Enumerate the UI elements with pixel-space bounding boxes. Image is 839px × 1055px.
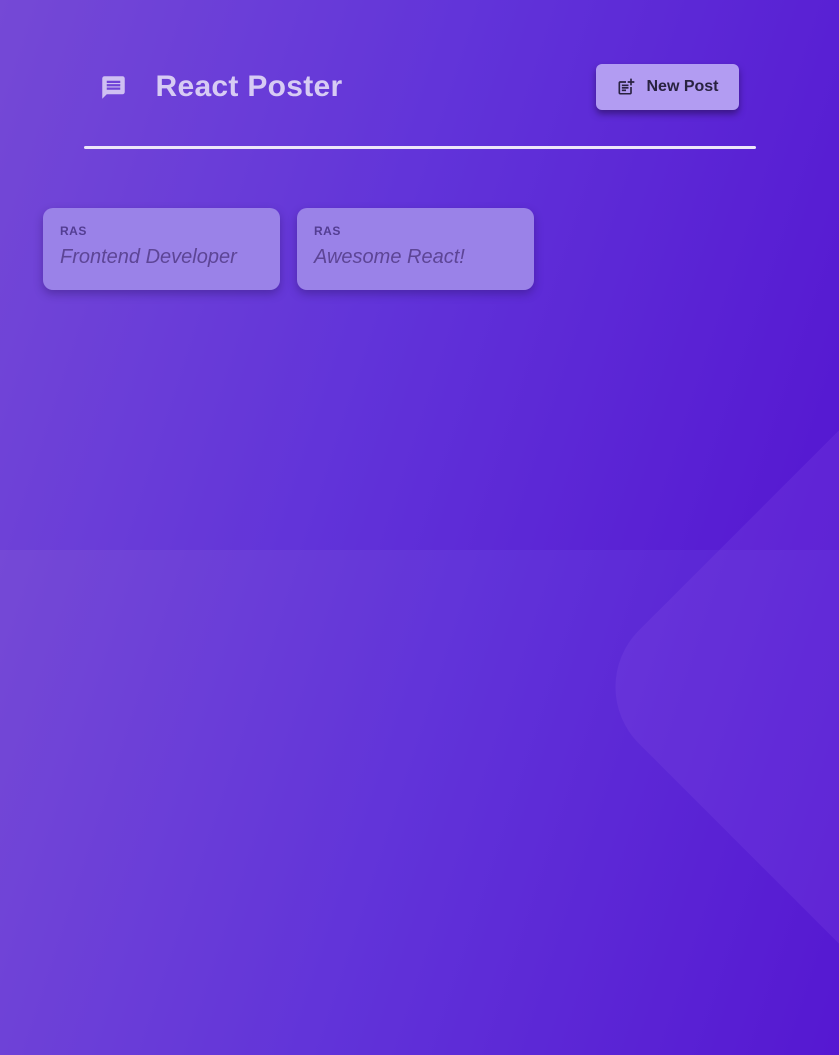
post-body: Awesome React! bbox=[314, 246, 465, 268]
new-post-button[interactable]: New Post bbox=[596, 64, 739, 110]
post-card: RAS Awesome React! bbox=[297, 208, 534, 290]
app-window: { "header": { "title": "React Poster", "… bbox=[0, 0, 839, 1055]
page-title: React Poster bbox=[155, 70, 343, 103]
header-divider bbox=[83, 146, 756, 149]
posts-list: RAS Frontend Developer RAS Awesome React… bbox=[43, 208, 839, 290]
post-author: RAS bbox=[60, 224, 87, 238]
post-card: RAS Frontend Developer bbox=[43, 208, 280, 290]
header-row: React Poster New Post bbox=[84, 64, 756, 110]
main-header: React Poster New Post bbox=[83, 0, 756, 149]
chat-bubble-icon bbox=[100, 74, 127, 101]
brand: React Poster bbox=[100, 69, 343, 105]
post-add-icon bbox=[616, 77, 636, 97]
background-corner-decoration bbox=[582, 319, 839, 1055]
post-author: RAS bbox=[314, 224, 341, 238]
new-post-button-label: New Post bbox=[646, 78, 719, 95]
post-body: Frontend Developer bbox=[60, 246, 237, 268]
